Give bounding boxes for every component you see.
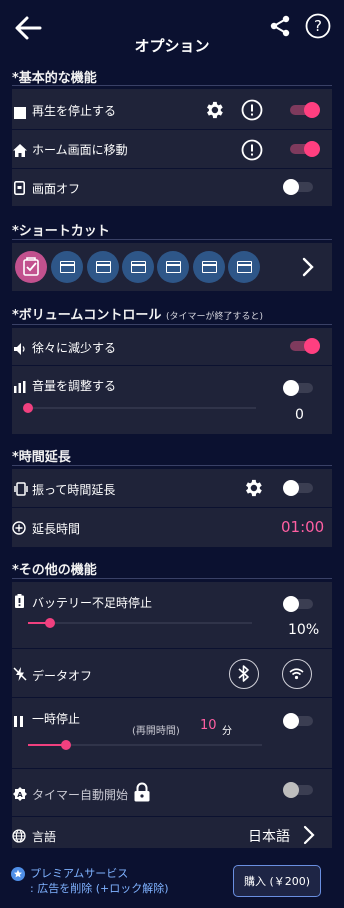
section-title-volume-text: *ボリュームコントロール — [12, 308, 162, 323]
chevron-right-icon[interactable] — [302, 825, 316, 845]
resume-time-unit: 分 — [222, 726, 232, 737]
premium-subtitle: : 広告を削除 (+ロック解除) — [30, 882, 169, 895]
extension-time-value[interactable]: 01:00 — [281, 518, 324, 536]
row-divider — [12, 648, 332, 649]
plus-circle-icon — [12, 520, 26, 535]
premium-title: プレミアムサービス — [30, 867, 129, 880]
section-divider — [12, 239, 332, 240]
page-title: オプション — [134, 37, 210, 55]
svg-text:A: A — [17, 791, 23, 799]
pause-toggle[interactable] — [283, 713, 313, 729]
info-alert-icon[interactable] — [241, 99, 263, 121]
battery-stop-toggle[interactable] — [283, 596, 313, 612]
row-divider — [12, 507, 332, 508]
buy-button[interactable]: 購入 (￥200) — [233, 865, 321, 897]
battery-alert-icon — [15, 593, 29, 608]
volume-slider-track[interactable] — [28, 407, 256, 409]
info-alert-icon[interactable] — [241, 139, 263, 161]
lock-icon — [133, 782, 151, 802]
section-title-volume: *ボリュームコントロール (タイマーが終了すると) — [12, 304, 263, 323]
section-title-volume-note: (タイマーが終了すると) — [165, 312, 263, 322]
extension-time-label: 延長時間 — [32, 522, 81, 536]
volume-value: 0 — [295, 407, 304, 423]
wifi-button[interactable] — [282, 659, 312, 689]
adjust-volume-toggle[interactable] — [283, 380, 313, 396]
data-off-label: データオフ — [32, 669, 93, 683]
wifi-icon — [289, 668, 304, 680]
fade-label: 徐々に減少する — [32, 341, 117, 355]
vibrate-icon — [13, 481, 28, 496]
pause-label: 一時停止 — [32, 712, 81, 726]
section-title-basic: *基本的な機能 — [12, 71, 97, 86]
stop-playback-label: 再生を停止する — [32, 104, 117, 118]
row-divider — [12, 768, 332, 769]
stop-playback-toggle[interactable] — [290, 102, 320, 118]
premium-service-text[interactable]: プレミアムサービス : 広告を削除 (+ロック解除) — [30, 866, 169, 896]
volume-slider-thumb[interactable] — [23, 403, 33, 413]
resume-time-value[interactable]: 10 — [200, 718, 217, 733]
pause-icon — [14, 712, 28, 727]
section-divider — [12, 85, 332, 86]
gear-icon[interactable] — [203, 99, 225, 121]
gear-icon[interactable] — [242, 477, 264, 499]
shortcut-slot[interactable] — [51, 251, 83, 283]
section-title-extend: *時間延長 — [12, 450, 71, 465]
language-value[interactable]: 日本語 — [248, 826, 290, 846]
row-divider — [12, 365, 332, 366]
shake-extend-label: 振って時間延長 — [32, 483, 116, 497]
shortcut-slot[interactable] — [193, 251, 225, 283]
go-home-toggle[interactable] — [290, 141, 320, 157]
row-divider — [12, 697, 332, 698]
go-home-label: ホーム画面に移動 — [32, 143, 128, 157]
auto-start-label: タイマー自動開始 — [32, 788, 129, 802]
battery-stop-label: バッテリー不足時停止 — [32, 596, 153, 610]
section-title-other: *その他の機能 — [12, 563, 97, 578]
language-label: 言語 — [32, 830, 57, 844]
home-icon — [13, 142, 27, 157]
battery-value: 10% — [288, 622, 320, 638]
premium-star-icon — [11, 866, 25, 881]
chevron-right-icon[interactable] — [300, 256, 316, 278]
screen-off-toggle[interactable] — [283, 179, 313, 195]
section-divider — [12, 465, 332, 466]
battery-slider-thumb[interactable] — [45, 618, 55, 628]
fade-toggle[interactable] — [290, 338, 320, 354]
screen-off-label: 画面オフ — [32, 182, 81, 196]
flash-off-icon — [13, 666, 27, 681]
bluetooth-button[interactable] — [229, 659, 259, 689]
section-divider — [12, 578, 332, 579]
auto-start-icon: A — [13, 786, 27, 801]
shortcut-slot[interactable] — [228, 251, 260, 283]
phone-screen-icon — [14, 180, 28, 195]
volume-down-icon — [14, 340, 28, 355]
shortcut-slot[interactable] — [157, 251, 189, 283]
row-divider — [12, 816, 332, 817]
shortcut-slot[interactable] — [122, 251, 154, 283]
adjust-volume-label: 音量を調整する — [32, 379, 117, 393]
stop-square-icon — [14, 104, 28, 119]
shortcut-slot-clipboard[interactable] — [15, 251, 47, 283]
volume-bars-icon — [14, 378, 28, 393]
row-divider — [12, 129, 332, 130]
section-divider — [12, 324, 332, 325]
globe-icon — [12, 828, 26, 843]
resume-time-label: (再開時間) — [132, 726, 180, 737]
shake-extend-toggle[interactable] — [283, 480, 313, 496]
battery-slider-track[interactable] — [28, 622, 252, 624]
auto-start-toggle[interactable] — [283, 782, 313, 798]
row-divider — [12, 168, 332, 169]
shortcut-slot[interactable] — [87, 251, 119, 283]
svg-text:?: ? — [314, 17, 322, 35]
pause-slider-thumb[interactable] — [61, 740, 71, 750]
section-title-shortcut: *ショートカット — [12, 224, 110, 239]
bluetooth-icon — [238, 665, 249, 682]
